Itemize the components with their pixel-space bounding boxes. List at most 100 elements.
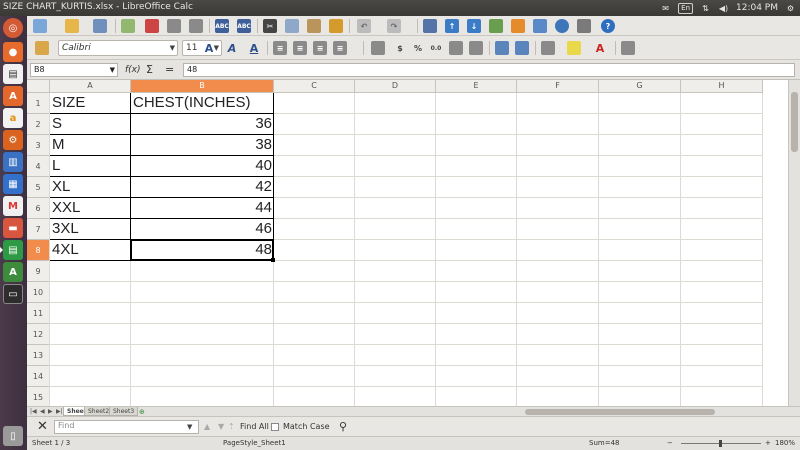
italic-icon[interactable]: A [225, 41, 239, 55]
help-icon[interactable]: ? [601, 19, 615, 33]
dash-home-icon[interactable]: ◎ [3, 18, 23, 38]
clone-formatting-icon[interactable] [329, 19, 343, 33]
horizontal-scrollbar[interactable] [490, 408, 800, 416]
print-icon[interactable] [167, 19, 181, 33]
add-sheet-icon[interactable]: ⊕ [139, 408, 145, 416]
column-header-e[interactable]: E [436, 80, 517, 93]
redo-icon[interactable]: ↷ [387, 19, 401, 33]
clock[interactable]: 12:04 PM [736, 3, 778, 13]
hyperlink-icon[interactable] [423, 19, 437, 33]
vertical-scroll-thumb[interactable] [791, 92, 798, 152]
cell-b8[interactable]: 48 [131, 240, 274, 261]
cell-a1[interactable]: SIZE [50, 93, 87, 114]
name-box[interactable]: B8 ▼ [30, 63, 118, 77]
function-wizard-button[interactable]: f(x) [125, 63, 141, 77]
chevron-down-icon[interactable]: ▼ [187, 420, 192, 434]
justify-icon[interactable]: ≡ [333, 41, 347, 55]
bold-icon[interactable]: A [202, 41, 216, 55]
merge-cells-icon[interactable] [371, 41, 385, 55]
terminal-icon[interactable]: ▭ [3, 284, 23, 304]
column-header-a[interactable]: A [50, 80, 131, 93]
row-header-7[interactable]: 7 [27, 219, 50, 240]
cell-a8[interactable]: 4XL [50, 240, 81, 261]
mail-icon[interactable]: ✉ [660, 3, 671, 14]
align-center-icon[interactable]: ≡ [293, 41, 307, 55]
row-header-9[interactable]: 9 [27, 261, 50, 282]
zoom-in-icon[interactable]: + [765, 437, 771, 450]
undo-icon[interactable]: ↶ [357, 19, 371, 33]
first-sheet-icon[interactable]: |◀ [30, 408, 37, 415]
autofilter-icon[interactable] [489, 19, 503, 33]
cell-a4[interactable]: L [50, 156, 62, 177]
formula-input[interactable]: 48 [183, 63, 795, 77]
row-header-12[interactable]: 12 [27, 324, 50, 345]
volume-icon[interactable]: ◀) [718, 3, 729, 14]
cell-b1[interactable]: CHEST(INCHES) [131, 93, 253, 114]
files-document-icon[interactable]: ▤ [3, 64, 23, 84]
row-header-6[interactable]: 6 [27, 198, 50, 219]
equals-button[interactable]: = [165, 63, 174, 77]
writer-icon[interactable]: ▥ [3, 152, 23, 172]
sheet-tab-3[interactable]: Sheet3 [109, 407, 139, 416]
amazon-icon[interactable]: a [3, 108, 23, 128]
gmail-icon[interactable]: M [3, 196, 23, 216]
system-settings-icon[interactable]: ⚙ [3, 130, 23, 150]
row-header-4[interactable]: 4 [27, 156, 50, 177]
cell-a5[interactable]: XL [50, 177, 72, 198]
match-case-checkbox[interactable] [271, 423, 279, 431]
autofill-handle[interactable] [271, 258, 275, 262]
row-header-11[interactable]: 11 [27, 303, 50, 324]
column-header-f[interactable]: F [517, 80, 599, 93]
cell-a2[interactable]: S [50, 114, 64, 135]
row-header-1[interactable]: 1 [27, 93, 50, 114]
export-pdf-icon[interactable] [145, 19, 159, 33]
print-preview-icon[interactable] [189, 19, 203, 33]
find-all-button[interactable]: Find All [240, 419, 269, 435]
add-decimal-icon[interactable] [449, 41, 463, 55]
zoom-level[interactable]: 180% [775, 437, 795, 450]
toggle-grid-icon[interactable] [621, 41, 635, 55]
row-header-5[interactable]: 5 [27, 177, 50, 198]
sort-ascending-icon[interactable]: ↑ [445, 19, 459, 33]
cut-icon[interactable]: ✂ [263, 19, 277, 33]
horizontal-scroll-thumb[interactable] [525, 409, 715, 415]
calc-icon[interactable]: ▤ [0, 240, 23, 260]
paste-icon[interactable] [307, 19, 321, 33]
column-header-c[interactable]: C [274, 80, 355, 93]
spellcheck-icon[interactable]: ABC [215, 19, 229, 33]
number-format-icon[interactable]: 0.0 [429, 41, 443, 55]
underline-icon[interactable]: A [247, 41, 261, 55]
match-case-label[interactable]: Match Case [283, 419, 330, 435]
cell-b7[interactable]: 46 [131, 219, 274, 240]
align-left-icon[interactable]: ≡ [273, 41, 287, 55]
cell-a7[interactable]: 3XL [50, 219, 81, 240]
column-header-h[interactable]: H [681, 80, 763, 93]
ubuntu-software-icon[interactable]: A [3, 86, 23, 106]
copy-icon[interactable] [285, 19, 299, 33]
last-sheet-icon[interactable]: ▶| [56, 408, 63, 415]
impress-icon[interactable]: ▦ [3, 174, 23, 194]
insert-chart-icon[interactable] [511, 19, 525, 33]
find-replace-icon[interactable]: ⚲ [339, 419, 347, 435]
trash-icon[interactable]: ▯ [3, 426, 23, 446]
keyboard-layout-indicator[interactable]: En [678, 2, 693, 14]
column-header-d[interactable]: D [355, 80, 436, 93]
next-sheet-icon[interactable]: ▶ [48, 408, 53, 415]
page-style[interactable]: PageStyle_Sheet1 [223, 437, 286, 450]
currency-format-icon[interactable]: $ [393, 41, 407, 55]
find-previous-icon[interactable]: ▲ [204, 419, 210, 435]
gallery-icon[interactable] [577, 19, 591, 33]
styles-icon[interactable] [35, 41, 49, 55]
borders-icon[interactable] [541, 41, 555, 55]
row-header-15[interactable]: 15 [27, 387, 50, 406]
decrease-indent-icon[interactable] [495, 41, 509, 55]
cell-b2[interactable]: 36 [131, 114, 274, 135]
font-name-combo[interactable]: Calibri ▼ [58, 40, 178, 56]
background-color-icon[interactable] [567, 41, 581, 55]
find-next-icon[interactable]: ▼ [218, 419, 224, 435]
open-folder-icon[interactable] [65, 19, 79, 33]
row-header-3[interactable]: 3 [27, 135, 50, 156]
vertical-scrollbar[interactable] [788, 80, 800, 406]
app-store-icon[interactable]: A [3, 262, 23, 282]
selection-sum[interactable]: Sum=48 [589, 437, 619, 450]
